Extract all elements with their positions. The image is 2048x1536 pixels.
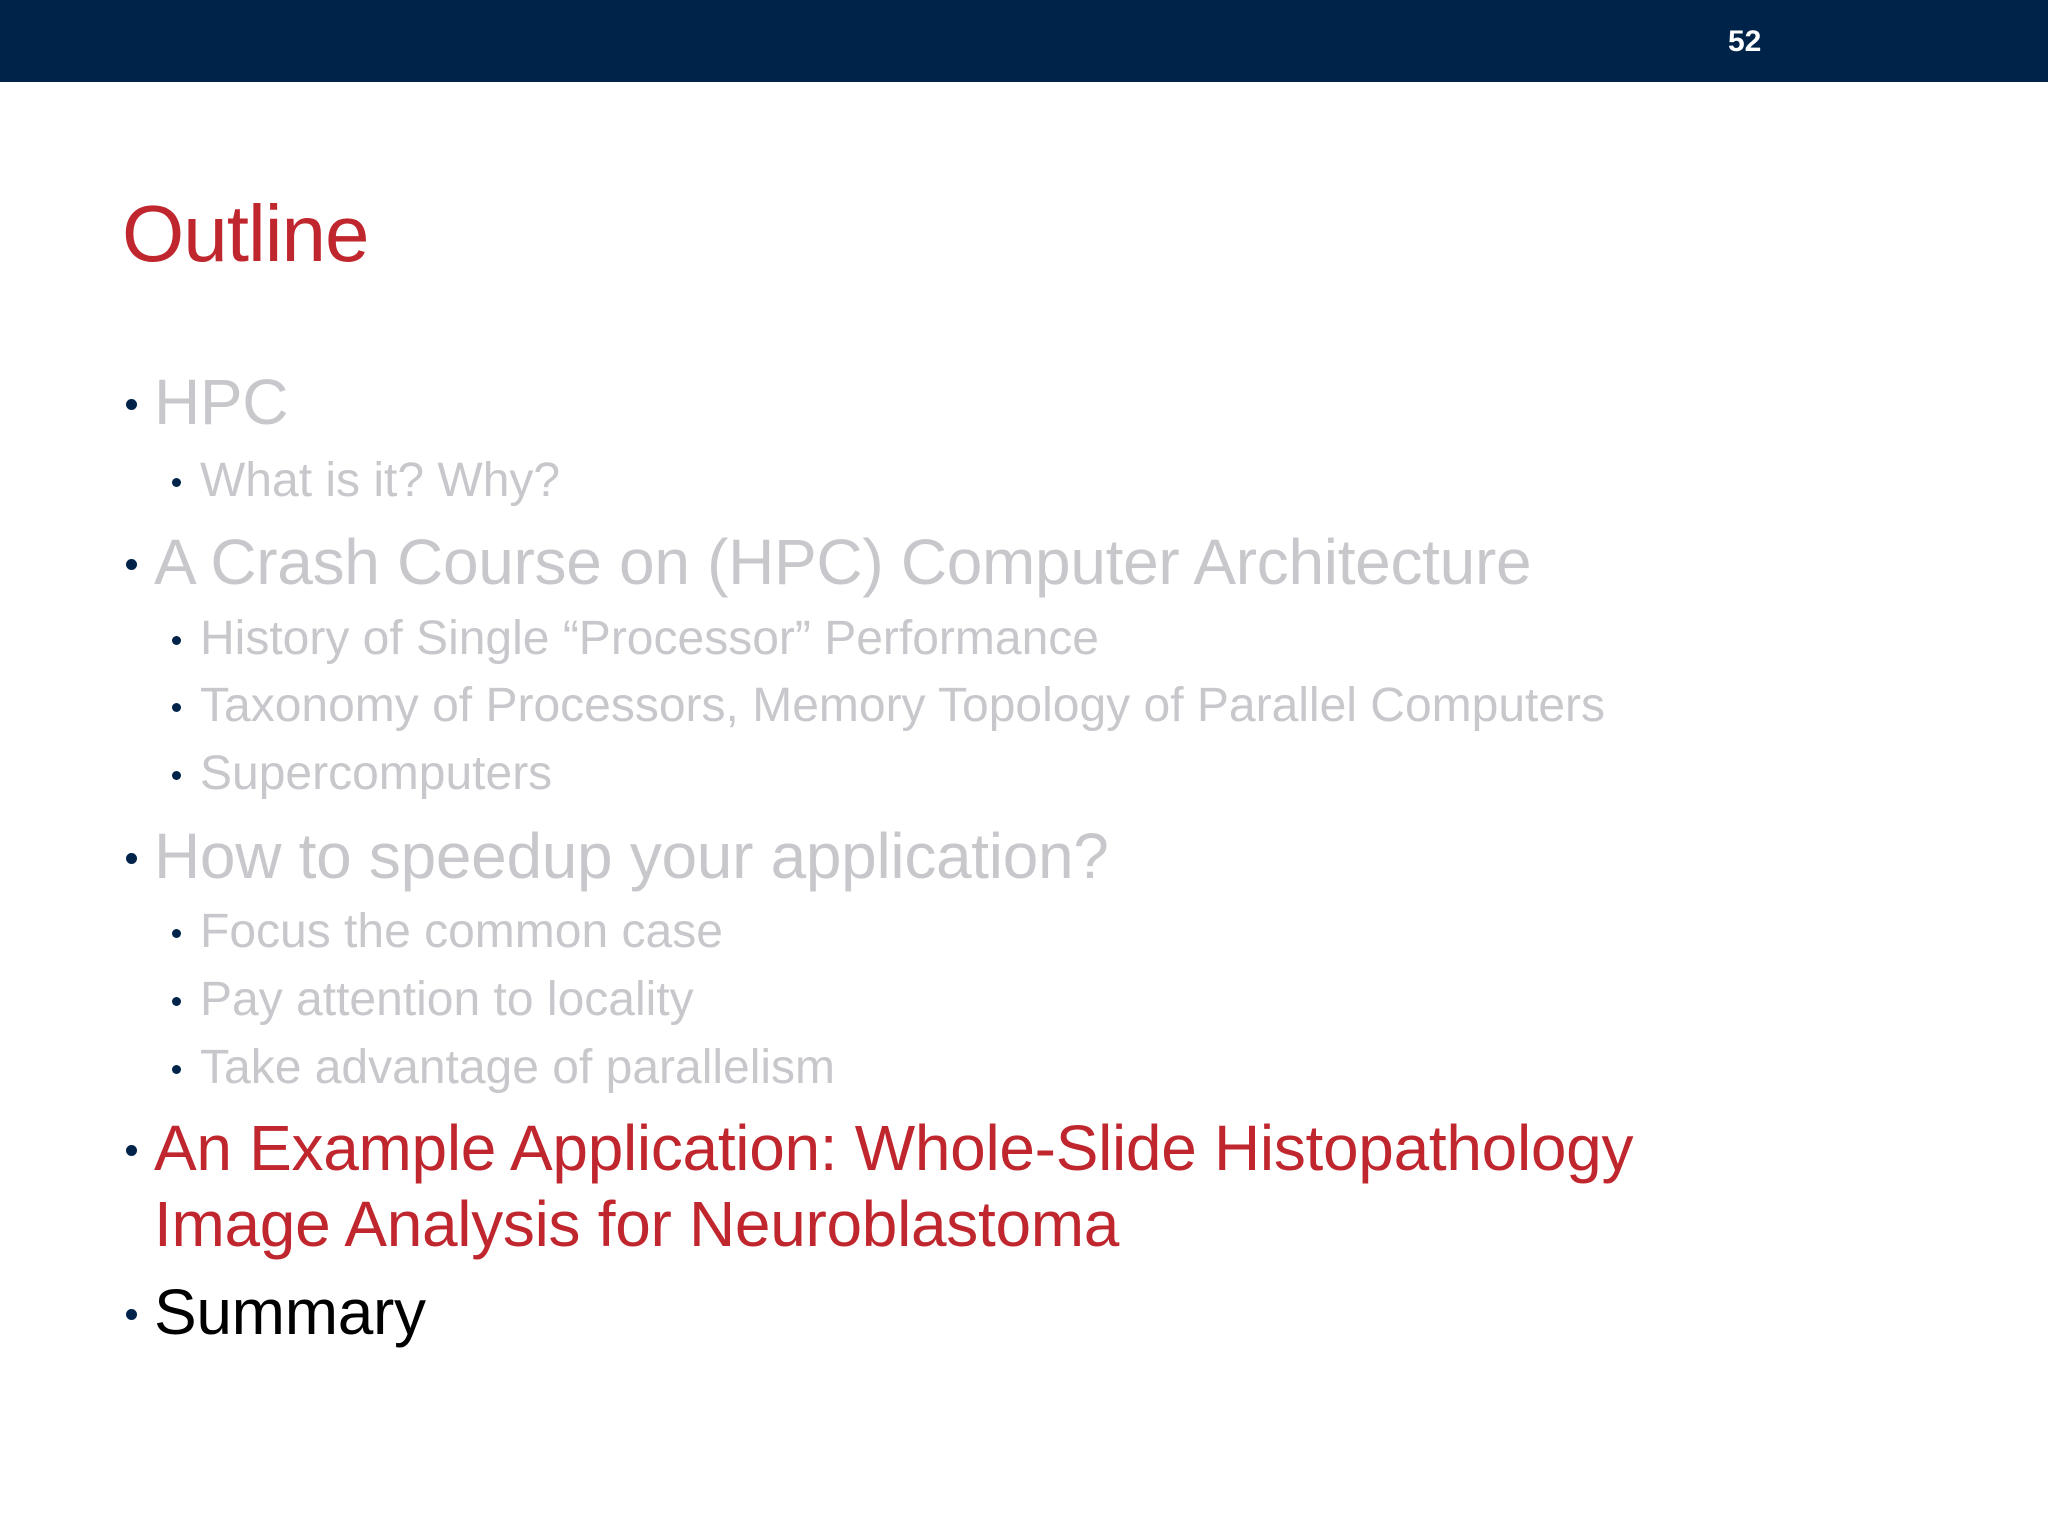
- bullet-icon: [126, 559, 137, 570]
- outline-item-label: Focus the common case: [200, 905, 723, 958]
- slide: 52 Outline HPC What is it? Why? A Crash …: [0, 0, 2048, 1536]
- bullet-icon: [172, 997, 181, 1006]
- bullet-icon: [126, 399, 137, 410]
- outline-item-label-line1: An Example Application: Whole-Slide Hist…: [154, 1112, 1634, 1184]
- outline-item-hpc: HPC: [126, 364, 289, 440]
- bullet-icon: [126, 1145, 137, 1156]
- outline-item-label-line2: Image Analysis for Neuroblastoma: [154, 1188, 1120, 1260]
- bullet-icon: [172, 636, 181, 645]
- outline-item-label: Supercomputers: [200, 747, 553, 800]
- bullet-icon: [172, 929, 181, 938]
- outline-item-speedup: How to speedup your application?: [126, 818, 1109, 894]
- outline-item-label: Taxonomy of Processors, Memory Topology …: [200, 679, 1606, 732]
- outline-subitem-parallelism: Take advantage of parallelism: [172, 1038, 836, 1098]
- outline-item-crash-course: A Crash Course on (HPC) Computer Archite…: [126, 524, 1532, 600]
- bullet-icon: [172, 1065, 181, 1074]
- outline-subitem-locality: Pay attention to locality: [172, 970, 694, 1030]
- outline-subitem-focus: Focus the common case: [172, 902, 723, 962]
- outline-item-label: HPC: [154, 366, 289, 438]
- outline-item-label: What is it? Why?: [200, 454, 561, 507]
- bullet-icon: [172, 703, 181, 712]
- bullet-icon: [126, 853, 137, 864]
- outline-subitem-supercomputers: Supercomputers: [172, 744, 553, 804]
- outline-item-example-application: An Example Application: Whole-Slide Hist…: [126, 1110, 1854, 1262]
- outline-item-label: History of Single “Processor” Performanc…: [200, 612, 1099, 665]
- outline-item-label: Pay attention to locality: [200, 973, 694, 1026]
- outline-item-summary: Summary: [126, 1274, 426, 1350]
- bullet-icon: [172, 771, 181, 780]
- outline-subitem-history: History of Single “Processor” Performanc…: [172, 609, 1099, 669]
- outline-subitem-what-is-it: What is it? Why?: [172, 451, 561, 511]
- outline-item-label: A Crash Course on (HPC) Computer Archite…: [154, 526, 1532, 598]
- outline-subitem-taxonomy: Taxonomy of Processors, Memory Topology …: [172, 676, 1606, 736]
- bullet-icon: [126, 1309, 137, 1320]
- outline-list: HPC What is it? Why? A Crash Course on (…: [0, 0, 2048, 1536]
- outline-item-label: Summary: [154, 1276, 426, 1348]
- bullet-icon: [172, 478, 181, 487]
- outline-item-label: Take advantage of parallelism: [200, 1041, 836, 1094]
- outline-item-label: How to speedup your application?: [154, 820, 1109, 892]
